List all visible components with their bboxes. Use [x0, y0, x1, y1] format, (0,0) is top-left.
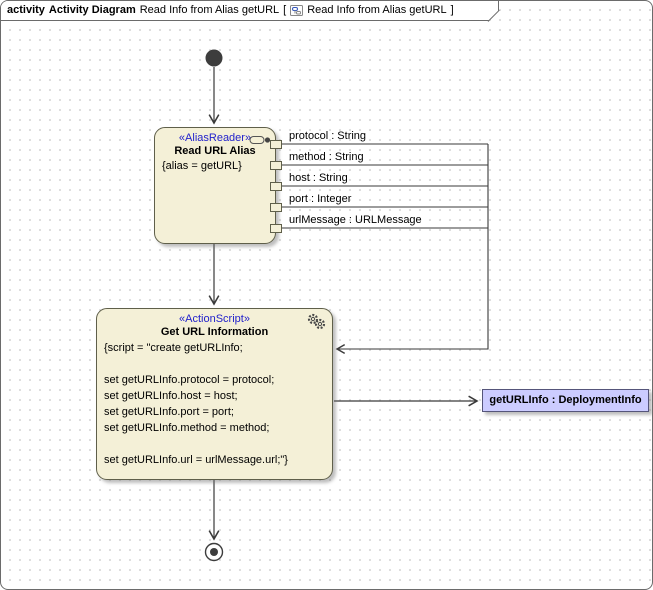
frame-open-bracket: [	[283, 4, 286, 16]
script-line: set getURLInfo.protocol = protocol;	[104, 372, 332, 388]
pin-label-port: port : Integer	[289, 192, 351, 206]
action-get-url-information[interactable]: «ActionScript» Get URL Information {scri…	[96, 308, 333, 480]
pin-label-urlmessage: urlMessage : URLMessage	[289, 213, 422, 227]
gears-icon	[306, 313, 326, 330]
action-name: Get URL Information	[97, 326, 332, 338]
pin-protocol[interactable]	[270, 140, 282, 149]
frame-header[interactable]: activity Activity Diagram Read Info from…	[1, 1, 499, 21]
action-stereotype: «ActionScript»	[97, 313, 332, 325]
action-name: Read URL Alias	[155, 145, 275, 157]
script-line: set getURLInfo.port = port;	[104, 404, 332, 420]
diagram-icon	[290, 4, 303, 17]
pin-port[interactable]	[270, 203, 282, 212]
frame-keyword: activity	[7, 4, 45, 16]
action-constraint: {alias = getURL}	[162, 160, 275, 172]
frame-close-bracket: ]	[451, 4, 454, 16]
script-line: set getURLInfo.url = urlMessage.url;"}	[104, 452, 332, 468]
script-line: set getURLInfo.host = host;	[104, 388, 332, 404]
script-line: set getURLInfo.method = method;	[104, 420, 332, 436]
alias-reader-icon	[249, 134, 271, 146]
action-read-url-alias[interactable]: «AliasReader» Read URL Alias {alias = ge…	[154, 127, 276, 244]
pin-host[interactable]	[270, 182, 282, 191]
object-node-geturlinfo[interactable]: getURLInfo : DeploymentInfo	[482, 389, 649, 412]
action-script: {script = "create getURLInfo; set getURL…	[104, 340, 332, 468]
script-line	[104, 356, 332, 372]
pin-label-protocol: protocol : String	[289, 129, 366, 143]
diagram-canvas	[1, 1, 653, 590]
frame-diagram-kind: Activity Diagram	[49, 4, 136, 16]
frame-diagram-name: Read Info from Alias getURL	[140, 4, 279, 16]
pin-label-method: method : String	[289, 150, 364, 164]
initial-node[interactable]	[206, 50, 223, 67]
frame-name: Read Info from Alias getURL	[307, 4, 446, 16]
script-line: {script = "create getURLInfo;	[104, 340, 332, 356]
script-line	[104, 436, 332, 452]
pin-bundle-into-action[interactable]	[337, 144, 488, 349]
pin-label-host: host : String	[289, 171, 348, 185]
pin-method[interactable]	[270, 161, 282, 170]
activity-diagram-frame: activity Activity Diagram Read Info from…	[0, 0, 653, 590]
pin-urlmessage[interactable]	[270, 224, 282, 233]
activity-final-node-core	[210, 548, 218, 556]
